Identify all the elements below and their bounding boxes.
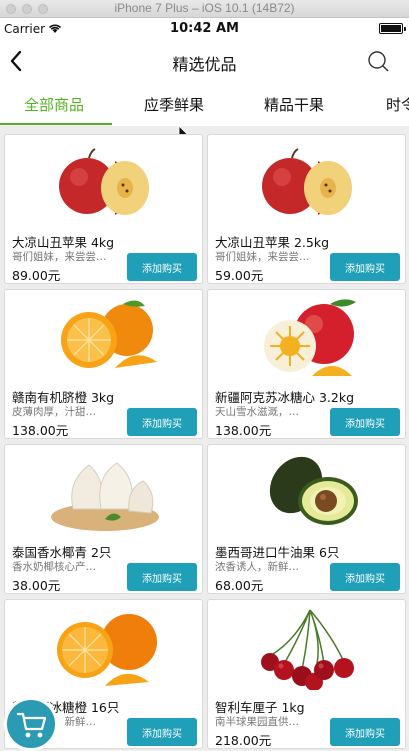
apple-image <box>59 148 149 215</box>
coconut-image <box>51 462 159 531</box>
product-description: 南半球果园直供… <box>215 716 299 728</box>
red-apple-image <box>264 299 356 376</box>
product-price: 38.00元 <box>12 578 61 593</box>
clock: 10:42 AM <box>170 21 239 36</box>
product-card[interactable]: 新疆阿克苏冰糖心 3.2kg 天山雪水滋溉，… 138.00元 添加购买 <box>207 289 406 439</box>
add-to-cart-button[interactable]: 添加购买 <box>127 408 197 436</box>
category-tabs: 全部商品 应季鲜果 精品干果 时令 <box>0 84 409 126</box>
product-description: 皮薄肉厚，汁甜… <box>12 406 96 418</box>
cherry-image <box>261 609 354 690</box>
add-to-cart-button[interactable]: 添加购买 <box>330 253 400 281</box>
add-to-cart-button[interactable]: 添加购买 <box>330 408 400 436</box>
orange-image <box>57 614 157 686</box>
product-card[interactable]: 智利车厘子 1kg 南半球果园直供… 218.00元 添加购买 <box>207 599 406 749</box>
product-price: 59.00元 <box>215 268 264 283</box>
orange-image <box>61 300 157 368</box>
add-to-cart-button[interactable]: 添加购买 <box>127 253 197 281</box>
tab-dried-fruit[interactable]: 精品干果 <box>264 94 324 115</box>
page-title: 精选优品 <box>172 55 237 74</box>
product-description: 哥们姐妹，来尝尝… <box>12 251 107 263</box>
product-price: 138.00元 <box>12 423 69 438</box>
cart-icon <box>16 712 47 738</box>
simulator-title: iPhone 7 Plus – iOS 10.1 (14B72) <box>114 1 295 15</box>
add-to-cart-button[interactable]: 添加购买 <box>330 718 400 746</box>
active-tab-indicator <box>0 123 112 125</box>
cart-button[interactable] <box>4 697 58 751</box>
product-card[interactable]: 大凉山丑苹果 2.5kg 哥们姐妹，来尝尝… 59.00元 添加购买 <box>207 134 406 284</box>
apple-image <box>262 148 352 215</box>
product-price: 138.00元 <box>215 423 272 438</box>
product-grid: 大凉山丑苹果 4kg 哥们姐妹，来尝尝… 89.00元 添加购买 大凉山丑苹果 … <box>0 131 409 751</box>
product-description: 香水奶椰核心产… <box>12 561 96 573</box>
tab-seasonal[interactable]: 时令 <box>386 94 409 115</box>
product-price: 68.00元 <box>215 578 264 593</box>
status-bar: Carrier 10:42 AM <box>0 18 409 40</box>
product-description: 浓香诱人，新鲜… <box>215 561 299 573</box>
tab-seasonal-fruit[interactable]: 应季鲜果 <box>144 94 204 115</box>
product-card[interactable]: 大凉山丑苹果 4kg 哥们姐妹，来尝尝… 89.00元 添加购买 <box>4 134 203 284</box>
tab-all[interactable]: 全部商品 <box>24 94 84 115</box>
add-to-cart-button[interactable]: 添加购买 <box>330 563 400 591</box>
add-to-cart-button[interactable]: 添加购买 <box>127 718 197 746</box>
simulator-title-bar: iPhone 7 Plus – iOS 10.1 (14B72) <box>0 0 409 18</box>
product-description: 天山雪水滋溉，… <box>215 406 299 418</box>
product-card[interactable]: 泰国香水椰青 2只 香水奶椰核心产… 38.00元 添加购买 <box>4 444 203 594</box>
product-card[interactable]: 赣南有机脐橙 3kg 皮薄肉厚，汁甜… 138.00元 添加购买 <box>4 289 203 439</box>
add-to-cart-button[interactable]: 添加购买 <box>127 563 197 591</box>
product-card[interactable]: 墨西哥进口牛油果 6只 浓香诱人，新鲜… 68.00元 添加购买 <box>207 444 406 594</box>
product-description: 哥们姐妹，来尝尝… <box>215 251 310 263</box>
avocado-image <box>269 456 358 525</box>
product-price: 218.00元 <box>215 733 272 748</box>
battery-icon <box>379 23 406 34</box>
navigation-bar: 精选优品 <box>0 40 409 84</box>
product-price: 89.00元 <box>12 268 61 283</box>
search-icon[interactable] <box>367 50 391 74</box>
